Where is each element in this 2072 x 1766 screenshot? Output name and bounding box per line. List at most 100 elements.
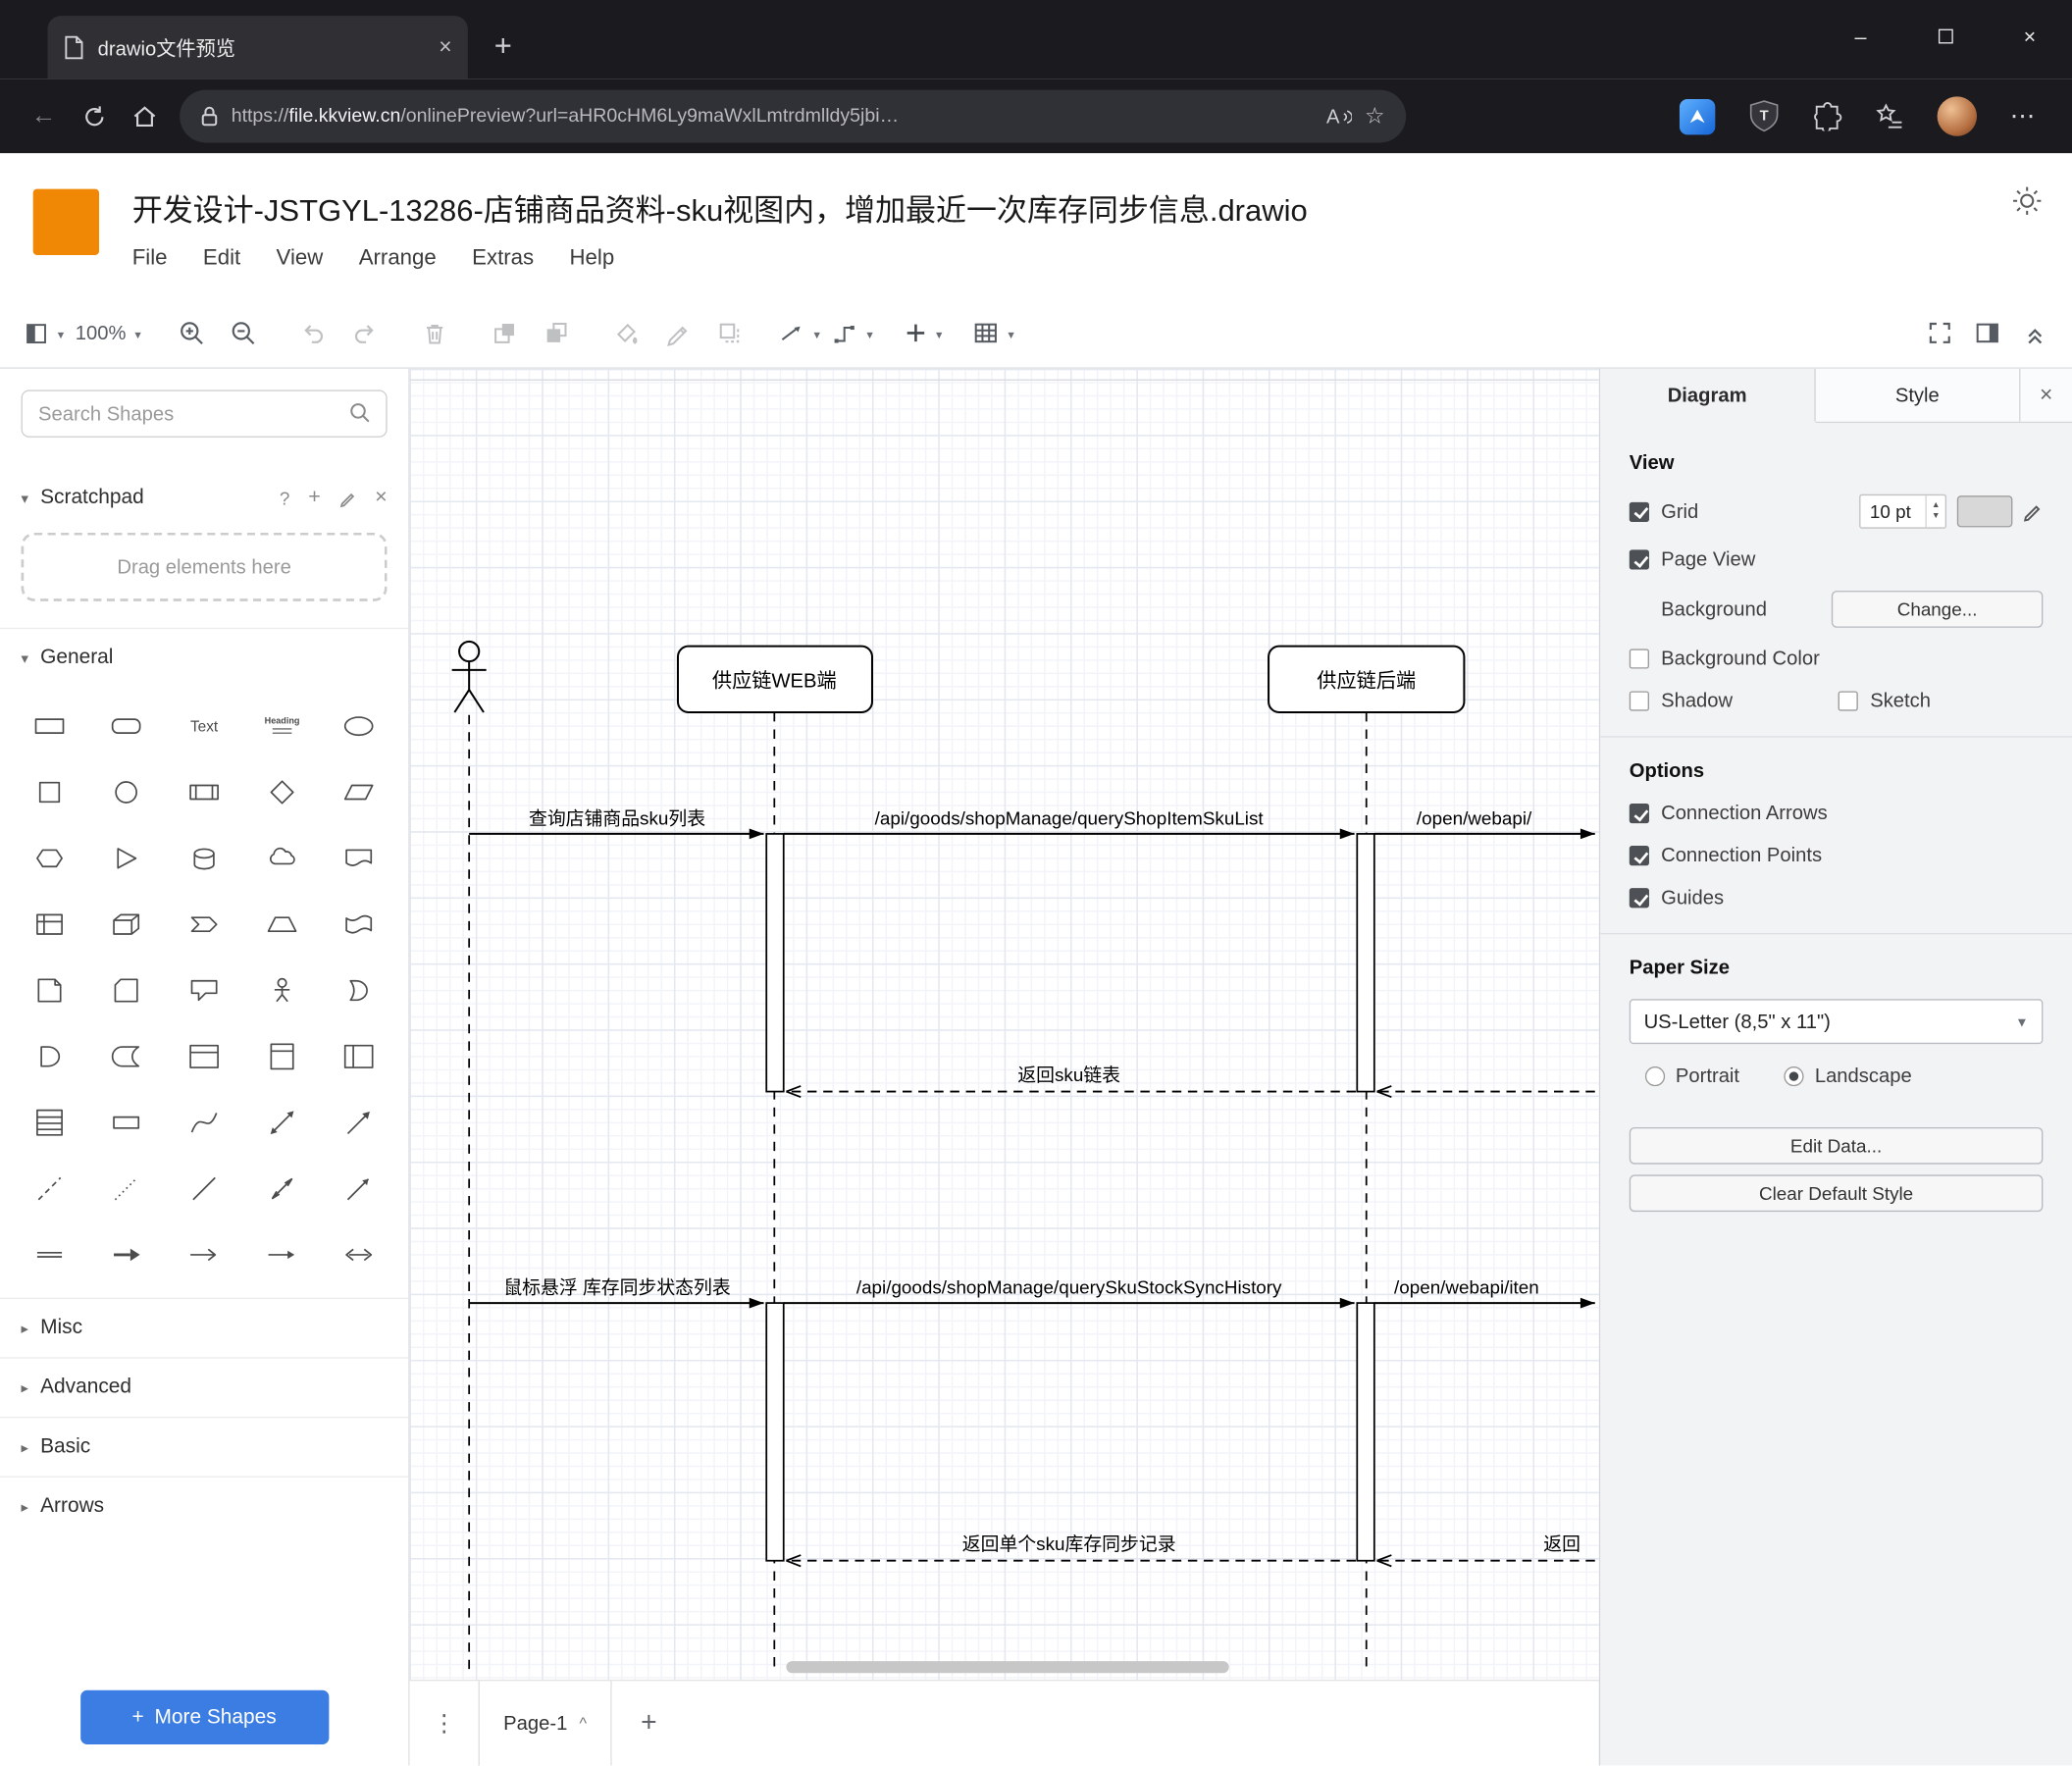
scratchpad-help-icon[interactable]: ? [280, 488, 290, 509]
shape-link[interactable] [11, 1221, 88, 1287]
profile-avatar[interactable] [1937, 96, 1978, 136]
shape-arrow-open[interactable] [166, 1221, 243, 1287]
more-shapes-button[interactable]: + More Shapes [79, 1689, 329, 1744]
shape-tape[interactable] [320, 891, 397, 957]
menu-view[interactable]: View [277, 246, 324, 272]
shape-actor[interactable] [243, 957, 321, 1022]
insert-button[interactable]: ▼ [903, 309, 945, 356]
scratchpad-add-icon[interactable]: + [308, 487, 321, 510]
shape-ellipse[interactable] [320, 693, 397, 758]
sketch-checkbox[interactable] [1838, 691, 1859, 711]
shape-bidirectional-connector[interactable] [243, 1155, 321, 1221]
paper-size-select[interactable]: US-Letter (8,5" x 11") ▼ [1629, 999, 2044, 1045]
scratchpad-close-icon[interactable]: × [375, 487, 388, 510]
menu-edit[interactable]: Edit [203, 246, 240, 272]
shape-dashed-line[interactable] [11, 1155, 88, 1221]
zoom-out-icon[interactable] [223, 309, 265, 356]
activation-backend-2[interactable] [1356, 1302, 1375, 1562]
shape-arrow-double[interactable] [320, 1221, 397, 1287]
search-shapes-input[interactable] [21, 390, 388, 438]
menu-arrange[interactable]: Arrange [359, 246, 437, 272]
shape-document[interactable] [320, 824, 397, 890]
edit-data-button[interactable]: Edit Data... [1629, 1126, 2044, 1165]
back-icon[interactable]: ← [19, 91, 69, 141]
to-front-icon[interactable] [484, 309, 526, 356]
activation-web-1[interactable] [765, 833, 785, 1093]
shape-square[interactable] [11, 758, 88, 824]
favorite-star-icon[interactable]: ☆ [1365, 103, 1385, 130]
shape-callout[interactable] [166, 957, 243, 1022]
shape-or[interactable] [320, 957, 397, 1022]
scratchpad-header[interactable]: ▾ Scratchpad ? + × [0, 469, 408, 527]
scratchpad-edit-icon[interactable] [339, 490, 357, 507]
shape-card[interactable] [88, 957, 166, 1022]
shape-curve[interactable] [166, 1089, 243, 1155]
shape-cube[interactable] [88, 891, 166, 957]
new-tab-button[interactable]: + [494, 27, 512, 63]
clear-default-style-button[interactable]: Clear Default Style [1629, 1174, 2044, 1213]
undo-icon[interactable] [292, 309, 335, 356]
redo-icon[interactable] [344, 309, 387, 356]
maximize-button[interactable] [1903, 26, 1988, 50]
shape-cylinder[interactable] [166, 824, 243, 890]
minimize-button[interactable]: – [1818, 26, 1902, 50]
menu-extras[interactable]: Extras [472, 246, 534, 272]
shape-container[interactable] [166, 1023, 243, 1089]
shape-dotted-line[interactable] [88, 1155, 166, 1221]
fullscreen-icon[interactable] [1927, 320, 1953, 346]
background-color-checkbox[interactable] [1629, 649, 1649, 669]
extensions-puzzle-icon[interactable] [1813, 102, 1842, 131]
shape-diamond[interactable] [243, 758, 321, 824]
shape-trapezoid[interactable] [243, 891, 321, 957]
to-back-icon[interactable] [536, 309, 578, 356]
shape-note[interactable] [11, 957, 88, 1022]
shape-cloud[interactable] [243, 824, 321, 890]
browser-menu-dots-icon[interactable]: ⋯ [2010, 101, 2036, 131]
shape-line[interactable] [166, 1155, 243, 1221]
scratchpad-dropzone[interactable]: Drag elements here [21, 532, 388, 601]
shape-text[interactable]: Text [166, 693, 243, 758]
shape-arrow[interactable] [320, 1089, 397, 1155]
refresh-icon[interactable] [69, 91, 119, 141]
collapse-toolbar-icon[interactable] [2022, 320, 2048, 346]
grid-size-input[interactable]: 10 pt ▲ ▼ [1859, 493, 1947, 529]
shape-horizontal-container[interactable] [320, 1023, 397, 1089]
browser-tab[interactable]: drawio文件预览 × [47, 16, 468, 79]
shape-internal-storage[interactable] [11, 891, 88, 957]
shape-arrow-simple[interactable] [88, 1221, 166, 1287]
shape-triangle[interactable] [88, 824, 166, 890]
theme-toggle-sun-icon[interactable] [2011, 185, 2043, 217]
zoom-in-icon[interactable] [171, 309, 213, 356]
section-arrows[interactable]: ▸ Arrows [0, 1476, 409, 1536]
page-tab[interactable]: Page-1 ^ [478, 1681, 612, 1766]
shape-heading[interactable]: Heading [243, 693, 321, 758]
background-change-button[interactable]: Change... [1831, 591, 2044, 628]
section-advanced[interactable]: ▸ Advanced [0, 1357, 409, 1417]
read-aloud-icon[interactable]: A [1326, 105, 1352, 128]
shape-circle[interactable] [88, 758, 166, 824]
tab-style[interactable]: Style [1815, 368, 2020, 422]
tab-close-icon[interactable]: × [439, 34, 451, 61]
actor-figure[interactable] [451, 640, 487, 713]
favorites-hub-icon[interactable] [1875, 102, 1904, 131]
shape-rounded-rectangle[interactable] [88, 693, 166, 758]
guides-checkbox[interactable] [1629, 888, 1649, 909]
portrait-radio[interactable] [1644, 1065, 1666, 1087]
shape-list-item[interactable] [88, 1089, 166, 1155]
extension-blue-icon[interactable] [1679, 98, 1716, 134]
view-tool-button[interactable]: ▼ [24, 309, 66, 356]
landscape-radio[interactable] [1784, 1065, 1805, 1087]
waypoint-style-button[interactable]: ▼ [832, 309, 875, 356]
tab-diagram[interactable]: Diagram [1600, 368, 1816, 422]
shape-arrow-thin[interactable] [243, 1221, 321, 1287]
pages-menu-icon[interactable]: ⋮ [410, 1709, 479, 1737]
portrait-radio-item[interactable]: Portrait [1644, 1065, 1739, 1088]
zoom-level-dropdown[interactable]: 100% ▼ [76, 309, 143, 356]
menu-file[interactable]: File [132, 246, 168, 272]
shape-data-storage[interactable] [88, 1023, 166, 1089]
shadow-icon[interactable] [708, 309, 751, 356]
connection-arrows-checkbox[interactable] [1629, 803, 1649, 824]
page-view-checkbox[interactable] [1629, 549, 1649, 570]
fill-color-icon[interactable] [605, 309, 648, 356]
diagram-canvas[interactable]: 供应链WEB端 供应链后端 查询店铺商品sku列表 /api/goods/sho… [409, 368, 1599, 1680]
